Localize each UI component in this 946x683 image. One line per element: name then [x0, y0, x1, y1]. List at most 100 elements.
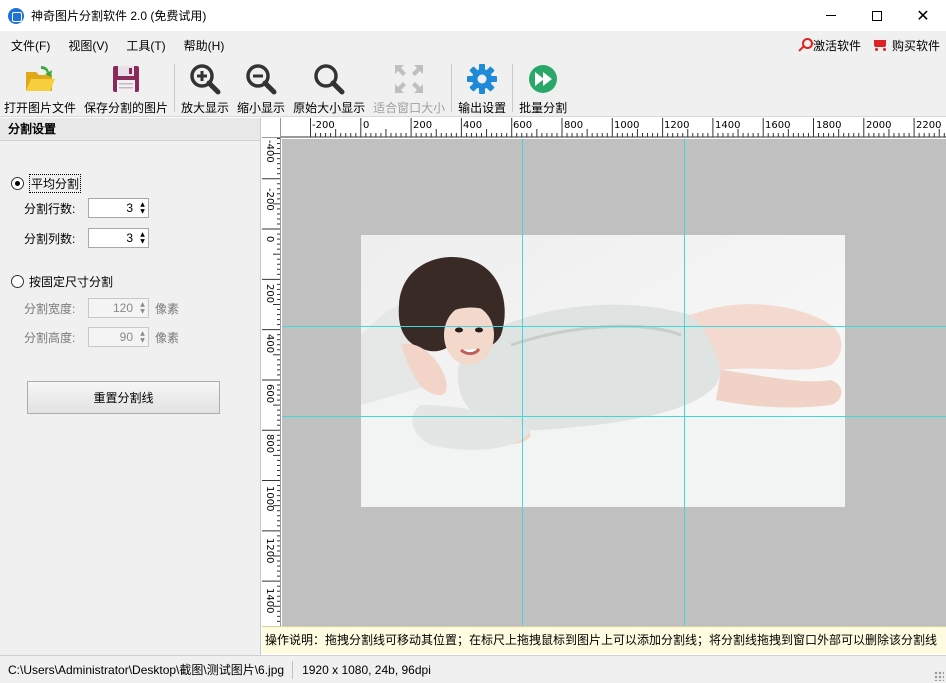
activate-link[interactable]: 激活软件: [796, 37, 861, 54]
toolbar-separator: [451, 64, 453, 112]
toolbar-separator: [174, 64, 176, 112]
stepper-arrows-icon[interactable]: ▲ ▼: [137, 299, 148, 317]
even-split-option[interactable]: 平均分割: [11, 174, 82, 193]
width-value: 120: [112, 301, 133, 315]
zoom-in-button[interactable]: 放大显示: [177, 59, 233, 117]
minimize-button[interactable]: [808, 0, 854, 31]
height-stepper[interactable]: 90 ▲ ▼: [88, 327, 149, 347]
save-split-label: 保存分割的图片: [84, 101, 169, 115]
cols-value: 3: [126, 231, 133, 245]
even-split-radio[interactable]: [11, 177, 24, 190]
fast-forward-icon: [526, 62, 560, 96]
height-field-row: 分割高度: 90 ▲ ▼ 像素: [24, 327, 179, 347]
ruler-left-label: -200: [264, 188, 275, 211]
ruler-top-label: 1000: [614, 120, 640, 131]
fixed-split-radio[interactable]: [11, 275, 24, 288]
panel-header: 分割设置: [0, 118, 260, 141]
fit-window-icon: [392, 62, 426, 96]
status-bar: C:\Users\Administrator\Desktop\截图\测试图片\6…: [0, 655, 946, 683]
window-title: 神奇图片分割软件 2.0 (免费试用): [31, 9, 207, 23]
ruler-left-label: -400: [264, 140, 275, 163]
app-icon: [8, 7, 24, 24]
stepper-arrows-icon[interactable]: ▲ ▼: [137, 229, 148, 247]
ruler-left-label: 1400: [264, 588, 275, 614]
actual-size-button[interactable]: 原始大小显示: [289, 59, 369, 117]
buy-label: 购买软件: [891, 38, 940, 53]
ruler-top-label: 1400: [715, 120, 741, 131]
ruler-corner: [262, 118, 281, 138]
status-image-info: 1920 x 1080, 24b, 96dpi: [302, 662, 431, 677]
height-value: 90: [119, 330, 133, 344]
fit-window-button[interactable]: 适合窗口大小: [369, 59, 449, 117]
ruler-left-label: 1000: [264, 486, 275, 512]
zoom-out-button[interactable]: 缩小显示: [233, 59, 289, 117]
toolbar: 打开图片文件 保存分割的图片 放大显示 缩小显示 原始大小显示 适合窗口大小 输…: [0, 59, 946, 117]
ruler-top-label: 1600: [765, 120, 791, 131]
image-canvas[interactable]: [282, 139, 946, 626]
height-unit: 像素: [155, 330, 180, 345]
stepper-arrows-icon[interactable]: ▲ ▼: [137, 328, 148, 346]
gear-icon: [465, 62, 499, 96]
width-stepper[interactable]: 120 ▲ ▼: [88, 298, 149, 318]
minimize-icon: [826, 15, 836, 16]
cols-field-row: 分割列数: 3 ▲ ▼: [24, 228, 149, 248]
maximize-button[interactable]: [854, 0, 900, 31]
ruler-left-label: 600: [264, 384, 275, 404]
reset-split-lines-button[interactable]: 重置分割线: [27, 381, 220, 414]
rows-field-row: 分割行数: 3 ▲ ▼: [24, 198, 149, 218]
magnifier-icon: [312, 62, 346, 96]
menu-help[interactable]: 帮助(H): [177, 37, 232, 54]
vertical-split-line[interactable]: [522, 139, 523, 626]
ruler-top-label: 200: [413, 120, 433, 131]
ruler-top-label: 2000: [866, 120, 892, 131]
actual-size-label: 原始大小显示: [293, 101, 366, 115]
buy-link[interactable]: 购买软件: [871, 37, 940, 54]
rows-label: 分割行数:: [24, 201, 76, 216]
rows-stepper[interactable]: 3 ▲ ▼: [88, 198, 149, 218]
operation-hint: 操作说明：拖拽分割线可移动其位置；在标尺上拖拽鼠标到图片上可以添加分割线；将分割…: [262, 626, 946, 654]
fixed-split-option[interactable]: 按固定尺寸分割: [11, 273, 113, 290]
window-controls: ✕: [808, 0, 946, 31]
ruler-top-label: 1200: [664, 120, 690, 131]
horizontal-split-line[interactable]: [282, 326, 946, 327]
menu-view[interactable]: 视图(V): [61, 37, 115, 54]
horizontal-split-line[interactable]: [282, 416, 946, 417]
loaded-photo: [361, 235, 845, 507]
vertical-split-line[interactable]: [684, 139, 685, 626]
cols-stepper[interactable]: 3 ▲ ▼: [88, 228, 149, 248]
title-bar: 神奇图片分割软件 2.0 (免费试用) ✕: [0, 0, 946, 31]
fit-window-label: 适合窗口大小: [373, 101, 446, 115]
even-split-label: 平均分割: [29, 174, 82, 193]
menu-file[interactable]: 文件(F): [4, 37, 57, 54]
ruler-left-label: 1200: [264, 538, 275, 564]
close-icon: ✕: [916, 6, 930, 25]
ruler-top-label: -200: [312, 120, 335, 131]
maximize-icon: [872, 10, 882, 21]
split-settings-panel: 分割设置 平均分割 分割行数: 3 ▲ ▼ 分割列数: 3 ▲ ▼ 按固定尺寸分割 …: [0, 118, 261, 655]
ruler-left-label: 200: [264, 284, 275, 304]
batch-split-button[interactable]: 批量分割: [515, 59, 571, 117]
toolbar-separator: [512, 64, 514, 112]
ruler-top-label: 0: [363, 120, 370, 131]
resize-grip[interactable]: [934, 671, 944, 681]
width-unit: 像素: [155, 301, 180, 316]
floppy-disk-icon: [109, 62, 143, 96]
ruler-left-label: 400: [264, 334, 275, 354]
open-image-button[interactable]: 打开图片文件: [0, 59, 80, 117]
ruler-top[interactable]: -200 0 200 400 600 800 1000 1200 1400 16…: [281, 118, 946, 138]
zoom-in-icon: [188, 62, 222, 96]
close-button[interactable]: ✕: [900, 0, 946, 31]
ruler-left[interactable]: -400 -200 0 200 400 600 800 1000 1200 14…: [262, 138, 281, 626]
width-field-row: 分割宽度: 120 ▲ ▼ 像素: [24, 298, 179, 318]
save-split-button[interactable]: 保存分割的图片: [80, 59, 172, 117]
ruler-top-label: 1800: [816, 120, 842, 131]
ruler-left-label: 800: [264, 434, 275, 454]
fixed-split-label: 按固定尺寸分割: [29, 275, 114, 289]
cols-label: 分割列数:: [24, 231, 76, 246]
output-settings-label: 输出设置: [458, 101, 507, 115]
menu-tools[interactable]: 工具(T): [119, 37, 172, 54]
stepper-arrows-icon[interactable]: ▲ ▼: [137, 199, 148, 217]
zoom-in-label: 放大显示: [181, 101, 230, 115]
output-settings-button[interactable]: 输出设置: [454, 59, 510, 117]
ruler-top-label: 400: [463, 120, 483, 131]
